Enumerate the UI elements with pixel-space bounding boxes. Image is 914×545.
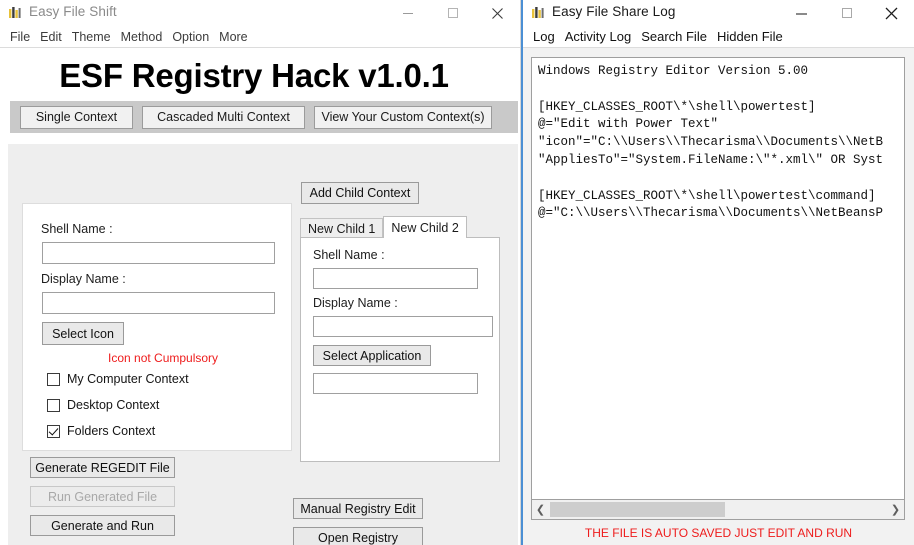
scrollbar-track[interactable] (549, 501, 887, 519)
menu-item-edit[interactable]: Edit (35, 30, 67, 44)
display-name-label: Display Name : (41, 272, 126, 286)
left-menubar: File Edit Theme Method Option More (0, 26, 520, 48)
minimize-icon[interactable] (385, 0, 430, 26)
child-display-name-input[interactable] (313, 316, 493, 337)
child-display-name-label: Display Name : (313, 296, 398, 310)
app-bars-icon (530, 5, 546, 21)
checkbox-label: Desktop Context (67, 398, 160, 412)
registry-log-text: Windows Registry Editor Version 5.00 [HK… (538, 64, 884, 221)
generate-regedit-file-button[interactable]: Generate REGEDIT File (30, 457, 175, 478)
child-shell-name-label: Shell Name : (313, 248, 385, 262)
tab-new-child-2[interactable]: New Child 2 (383, 216, 467, 238)
tab-new-child-1[interactable]: New Child 1 (300, 218, 384, 238)
single-context-form-card: Shell Name : Display Name : Select Icon … (22, 203, 292, 451)
autosave-notice: THE FILE IS AUTO SAVED JUST EDIT AND RUN (584, 526, 853, 540)
checkbox-label: My Computer Context (67, 372, 189, 386)
menu-item-search-file[interactable]: Search File (636, 29, 712, 44)
chevron-left-icon[interactable]: ❮ (532, 501, 549, 519)
icon-warning-text: Icon not Cumpulsory (108, 351, 219, 365)
menu-item-log[interactable]: Log (528, 29, 560, 44)
right-window-body: Windows Registry Editor Version 5.00 [HK… (523, 49, 914, 545)
single-context-button[interactable]: Single Context (20, 105, 133, 129)
window-easy-file-share-log: Easy File Share Log Log Activity Log Sea… (521, 0, 914, 545)
context-mode-toolbar: Single Context Cascaded Multi Context Vi… (10, 101, 518, 133)
checkbox-label: Folders Context (67, 424, 156, 438)
child-context-panel: Shell Name : Display Name : Select Appli… (300, 237, 500, 462)
shell-name-label: Shell Name : (41, 222, 113, 236)
right-window-title: Easy File Share Log (552, 4, 676, 19)
maximize-icon[interactable] (824, 0, 869, 26)
cascaded-multi-context-button[interactable]: Cascaded Multi Context (142, 105, 305, 129)
left-window-title: Easy File Shift (29, 4, 117, 19)
view-custom-contexts-button[interactable]: View Your Custom Context(s) (314, 105, 492, 129)
checkbox-box[interactable] (47, 372, 60, 386)
menu-item-hidden-file[interactable]: Hidden File (712, 29, 788, 44)
chevron-right-icon[interactable]: ❯ (887, 501, 904, 519)
run-generated-file-button[interactable]: Run Generated File (30, 486, 175, 507)
manual-registry-edit-button[interactable]: Manual Registry Edit (293, 498, 423, 519)
maximize-icon[interactable] (430, 0, 475, 26)
add-child-context-button[interactable]: Add Child Context (301, 182, 419, 204)
window-easy-file-shift: Easy File Shift File Edit Theme Method O… (0, 0, 521, 545)
select-application-button[interactable]: Select Application (313, 345, 431, 366)
right-titlebar: Easy File Share Log (523, 0, 914, 26)
menu-item-file[interactable]: File (5, 30, 35, 44)
generate-and-run-button[interactable]: Generate and Run (30, 515, 175, 536)
display-name-input[interactable] (42, 292, 275, 314)
page-title: ESF Registry Hack v1.0.1 (59, 57, 449, 94)
checkbox-box[interactable] (47, 424, 60, 438)
right-window-controls (779, 0, 914, 26)
left-window-body: ESF Registry Hack v1.0.1 Single Context … (0, 49, 520, 545)
checkbox-box[interactable] (47, 398, 60, 412)
select-icon-button[interactable]: Select Icon (42, 322, 124, 345)
application-path-input[interactable] (313, 373, 478, 394)
menu-item-theme[interactable]: Theme (67, 30, 116, 44)
content-panel: Shell Name : Display Name : Select Icon … (8, 144, 518, 545)
shell-name-input[interactable] (42, 242, 275, 264)
close-icon[interactable] (475, 0, 520, 26)
close-icon[interactable] (869, 0, 914, 26)
child-context-tabstrip: New Child 1 New Child 2 (300, 216, 500, 238)
minimize-icon[interactable] (779, 0, 824, 26)
menu-item-more[interactable]: More (214, 30, 252, 44)
screen: Easy File Shift File Edit Theme Method O… (0, 0, 914, 545)
menu-item-activity-log[interactable]: Activity Log (560, 29, 636, 44)
scrollbar-thumb[interactable] (550, 501, 725, 517)
right-menubar: Log Activity Log Search File Hidden File (523, 26, 914, 48)
checkbox-folders-context[interactable]: Folders Context (47, 424, 155, 438)
checkbox-my-computer-context[interactable]: My Computer Context (47, 372, 189, 386)
checkbox-desktop-context[interactable]: Desktop Context (47, 398, 159, 412)
left-window-controls (385, 0, 520, 26)
app-bars-icon (7, 5, 23, 21)
open-registry-button[interactable]: Open Registry (293, 527, 423, 545)
registry-log-textarea[interactable]: Windows Registry Editor Version 5.00 [HK… (531, 57, 905, 500)
left-titlebar: Easy File Shift (0, 0, 520, 26)
menu-item-option[interactable]: Option (167, 30, 214, 44)
horizontal-scrollbar[interactable]: ❮ ❯ (531, 500, 905, 520)
child-shell-name-input[interactable] (313, 268, 478, 289)
menu-item-method[interactable]: Method (116, 30, 168, 44)
